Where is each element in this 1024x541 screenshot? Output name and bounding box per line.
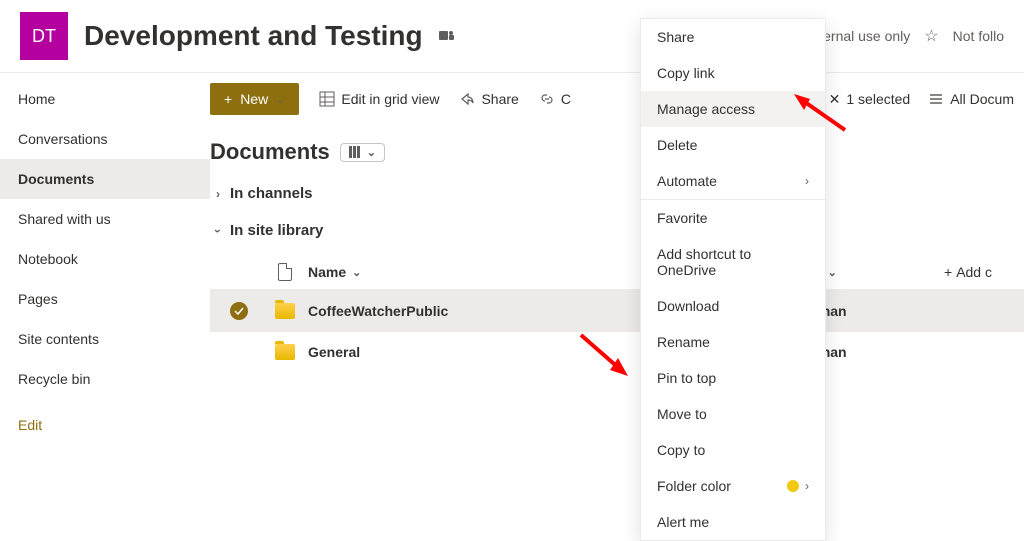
view-switch[interactable]: ⌄ <box>340 143 385 162</box>
menu-add-shortcut[interactable]: Add shortcut to OneDrive <box>641 236 825 288</box>
menu-move[interactable]: Move to <box>641 396 825 432</box>
col-name-label: Name <box>308 264 346 280</box>
edit-grid-button[interactable]: Edit in grid view <box>319 91 439 107</box>
tiles-icon <box>349 146 363 158</box>
chevron-down-icon: ⌄ <box>828 266 837 279</box>
page-title: Documents ⌄ <box>210 125 1024 175</box>
menu-manage-access[interactable]: Manage access <box>641 91 825 127</box>
list-icon <box>928 91 944 107</box>
plus-icon: + <box>944 264 952 280</box>
site-title[interactable]: Development and Testing <box>84 20 423 52</box>
chevron-down-icon: › <box>211 229 225 233</box>
context-menu: Share Copy link Manage access Delete Aut… <box>640 18 826 541</box>
new-button[interactable]: + New ⌄ <box>210 83 299 115</box>
close-icon[interactable]: ✕ <box>829 91 841 108</box>
table-row[interactable]: General iik Karl-Johan <box>210 332 1024 372</box>
sidebar-item-recycle-bin[interactable]: Recycle bin <box>0 359 210 399</box>
site-header: DT Development and Testing Internal use … <box>0 0 1024 72</box>
add-column[interactable]: + Add c <box>944 264 1024 280</box>
plus-icon: + <box>224 91 232 107</box>
grid-icon <box>319 91 335 107</box>
color-dot-icon <box>787 480 799 492</box>
page-title-text: Documents <box>210 139 330 165</box>
section-channels-label: In channels <box>230 185 313 202</box>
menu-share[interactable]: Share <box>641 19 825 55</box>
selection-count[interactable]: ✕ 1 selected <box>829 91 911 108</box>
sidebar-item-notebook[interactable]: Notebook <box>0 239 210 279</box>
sidebar-item-documents[interactable]: Documents <box>0 159 210 199</box>
table-row[interactable]: CoffeeWatcherPublic ⋯ iik Karl-Johan <box>210 290 1024 332</box>
view-selector[interactable]: All Docum <box>928 91 1014 107</box>
chevron-right-icon: › <box>805 479 809 493</box>
menu-copy[interactable]: Copy to <box>641 432 825 468</box>
section-channels[interactable]: › In channels <box>210 175 1024 212</box>
copy-link-button[interactable]: C <box>539 91 571 107</box>
item-name[interactable]: General <box>308 344 360 360</box>
link-icon <box>539 91 555 107</box>
menu-folder-color[interactable]: Folder color› <box>641 468 825 504</box>
column-headers: Name ⌄ odified By ⌄ + Add c <box>210 249 1024 290</box>
chevron-down-icon: ⌄ <box>367 146 376 159</box>
chevron-right-icon: › <box>805 174 809 188</box>
folder-icon <box>275 303 295 319</box>
follow-label[interactable]: Not follo <box>953 28 1004 44</box>
menu-automate[interactable]: Automate› <box>641 163 825 199</box>
toolbar: + New ⌄ Edit in grid view Share C ✕ 1 se… <box>210 73 1024 125</box>
star-icon[interactable]: ☆ <box>924 26 938 46</box>
file-type-icon[interactable] <box>278 263 292 281</box>
item-name[interactable]: CoffeeWatcherPublic <box>308 303 448 319</box>
menu-rename[interactable]: Rename <box>641 324 825 360</box>
sidebar-item-home[interactable]: Home <box>0 79 210 119</box>
teams-icon[interactable] <box>439 28 455 44</box>
menu-delete[interactable]: Delete <box>641 127 825 163</box>
view-label: All Docum <box>950 91 1014 107</box>
copy-link-label: C <box>561 91 571 107</box>
selected-label: 1 selected <box>846 91 910 107</box>
avatar: DT <box>20 12 68 60</box>
sidebar-item-pages[interactable]: Pages <box>0 279 210 319</box>
share-icon <box>459 91 475 107</box>
sidebar: Home Conversations Documents Shared with… <box>0 73 210 540</box>
menu-favorite[interactable]: Favorite <box>641 200 825 236</box>
menu-download[interactable]: Download <box>641 288 825 324</box>
section-library-label: In site library <box>230 222 323 239</box>
sidebar-item-shared[interactable]: Shared with us <box>0 199 210 239</box>
edit-grid-label: Edit in grid view <box>341 91 439 107</box>
sidebar-item-site-contents[interactable]: Site contents <box>0 319 210 359</box>
menu-pin[interactable]: Pin to top <box>641 360 825 396</box>
menu-alert[interactable]: Alert me <box>641 504 825 540</box>
folder-icon <box>275 344 295 360</box>
sidebar-edit[interactable]: Edit <box>0 405 210 445</box>
section-library[interactable]: › In site library <box>210 212 1024 249</box>
add-col-label: Add c <box>956 264 992 280</box>
sidebar-item-conversations[interactable]: Conversations <box>0 119 210 159</box>
new-label: New <box>240 91 268 107</box>
check-icon[interactable] <box>230 302 248 320</box>
chevron-down-icon: ⌄ <box>352 266 361 279</box>
menu-copy-link[interactable]: Copy link <box>641 55 825 91</box>
share-label: Share <box>481 91 518 107</box>
chevron-right-icon: › <box>216 187 220 201</box>
main-content: + New ⌄ Edit in grid view Share C ✕ 1 se… <box>210 73 1024 540</box>
share-button[interactable]: Share <box>459 91 518 107</box>
chevron-down-icon: ⌄ <box>276 93 285 106</box>
